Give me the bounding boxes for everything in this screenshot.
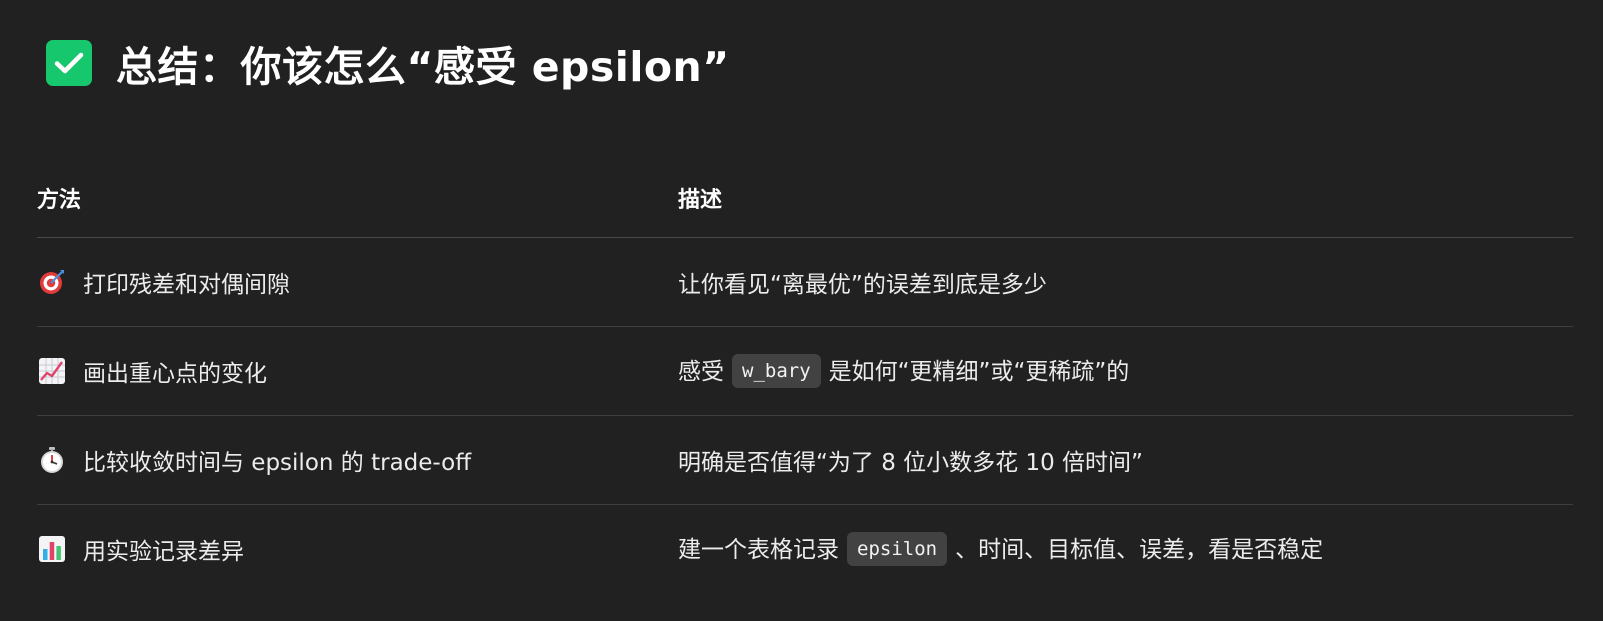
target-icon (37, 267, 67, 297)
description-text: 感受 (678, 359, 724, 386)
method-text: 用实验记录差异 (83, 539, 244, 565)
description-cell: 感受 w_bary 是如何“更精细”或“更稀疏”的 (678, 326, 1573, 416)
check-mark-box-icon (46, 40, 92, 86)
chart-increasing-icon (37, 356, 67, 386)
description-cell: 建一个表格记录 epsilon 、时间、目标值、误差，看是否稳定 (678, 505, 1573, 594)
description-text: 建一个表格记录 (678, 537, 839, 564)
table-row: 比较收敛时间与 epsilon 的 trade-off 明确是否值得“为了 8 … (37, 415, 1573, 505)
stopwatch-icon (37, 445, 67, 475)
description-cell: 让你看见“离最优”的误差到底是多少 (678, 237, 1573, 327)
description-text: 、时间、目标值、误差，看是否稳定 (955, 537, 1324, 564)
table-row: 用实验记录差异 建一个表格记录 epsilon 、时间、目标值、误差，看是否稳定 (37, 505, 1573, 594)
inline-code: w_bary (732, 353, 821, 388)
page-title: 总结：你该怎么“感受 epsilon” (116, 43, 730, 91)
description-text: 明确是否值得“为了 8 位小数多花 10 倍时间” (678, 450, 1143, 476)
bar-chart-icon (37, 534, 67, 564)
table-row: 打印残差和对偶间隙 让你看见“离最优”的误差到底是多少 (37, 237, 1573, 327)
method-text: 画出重心点的变化 (83, 361, 267, 387)
method-text: 打印残差和对偶间隙 (83, 272, 290, 298)
description-text: 让你看见“离最优”的误差到底是多少 (678, 272, 1047, 298)
method-text: 比较收敛时间与 epsilon 的 trade-off (83, 450, 472, 476)
page-heading: 总结：你该怎么“感受 epsilon” (46, 32, 730, 94)
table-row: 画出重心点的变化 感受 w_bary 是如何“更精细”或“更稀疏”的 (37, 326, 1573, 416)
method-cell: 画出重心点的变化 (37, 354, 678, 388)
method-cell: 用实验记录差异 (37, 532, 678, 566)
header-method: 方法 (37, 158, 678, 238)
description-cell: 明确是否值得“为了 8 位小数多花 10 倍时间” (678, 415, 1573, 505)
description-text: 是如何“更精细”或“更稀疏”的 (828, 359, 1130, 386)
summary-table: 方法 描述 打印残差和对偶间隙 让你看见“离最优”的误差到底是多少 画出重心点的… (37, 158, 1573, 593)
header-description: 描述 (678, 158, 1573, 238)
inline-code: epsilon (847, 531, 948, 566)
table-header-row: 方法 描述 (37, 158, 1573, 238)
method-cell: 打印残差和对偶间隙 (37, 265, 678, 299)
method-cell: 比较收敛时间与 epsilon 的 trade-off (37, 443, 678, 477)
